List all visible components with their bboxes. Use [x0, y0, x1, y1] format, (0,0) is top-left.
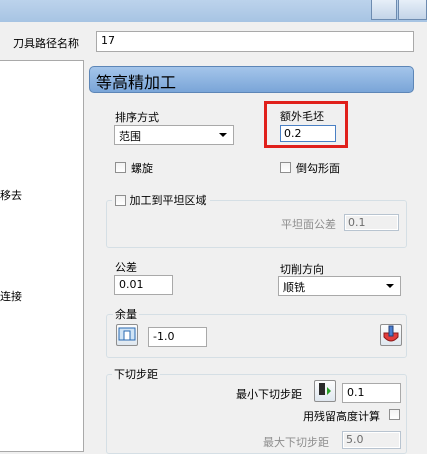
chevron-down-icon	[386, 284, 394, 288]
chamfer-label: 倒勾形面	[296, 162, 340, 175]
allowance-component-icon[interactable]	[380, 324, 402, 346]
spiral-checkbox[interactable]	[115, 162, 126, 173]
chamfer-checkbox[interactable]	[280, 162, 291, 173]
flat-tolerance-input[interactable]: 0.1	[344, 214, 399, 231]
allowance-input[interactable]: -1.0	[148, 327, 207, 347]
spiral-label: 螺旋	[131, 162, 153, 175]
chevron-down-icon	[219, 133, 227, 137]
max-stepdown-label: 最大下切步距	[263, 436, 329, 449]
ordering-select[interactable]: 范围	[114, 125, 234, 145]
cut-direction-value: 顺铣	[283, 281, 305, 294]
left-item-connect[interactable]: 连接	[0, 288, 22, 304]
tolerance-label: 公差	[115, 261, 137, 274]
min-stepdown-label: 最小下切步距	[236, 388, 302, 401]
flat-area-label: 加工到平坦区域	[129, 194, 207, 207]
toolpath-name-input[interactable]: 17	[96, 31, 414, 52]
highlight-box	[264, 101, 348, 148]
allowance-mode-icon[interactable]	[116, 324, 138, 346]
title-bar	[0, 0, 427, 22]
section-header: 等高精加工	[89, 66, 414, 93]
ordering-label: 排序方式	[115, 111, 159, 124]
section-title: 等高精加工	[96, 73, 177, 92]
flat-area-checkbox[interactable]	[115, 194, 126, 206]
left-item-remove[interactable]: 移去	[0, 187, 22, 203]
tolerance-input[interactable]: 0.01	[114, 275, 173, 295]
scallop-checkbox[interactable]	[389, 409, 400, 420]
min-stepdown-input[interactable]: 0.1	[342, 383, 401, 403]
max-stepdown-input[interactable]: 5.0	[342, 431, 401, 449]
left-panel	[0, 60, 84, 452]
flat-area-legend: 加工到平坦区域	[112, 192, 210, 208]
stepdown-tool-icon[interactable]	[314, 380, 336, 402]
toolpath-name-label: 刀具路径名称	[13, 37, 79, 50]
allowance-label: 余量	[113, 306, 139, 322]
cut-direction-select[interactable]: 顺铣	[278, 276, 401, 296]
scallop-label: 用残留高度计算	[303, 410, 380, 423]
restore-button[interactable]	[371, 0, 397, 20]
close-button[interactable]	[398, 0, 427, 20]
flat-tolerance-label: 平坦面公差	[281, 218, 336, 231]
cut-direction-label: 切削方向	[280, 263, 324, 276]
ordering-value: 范围	[119, 130, 141, 143]
stepdown-label: 下切步距	[112, 366, 160, 382]
